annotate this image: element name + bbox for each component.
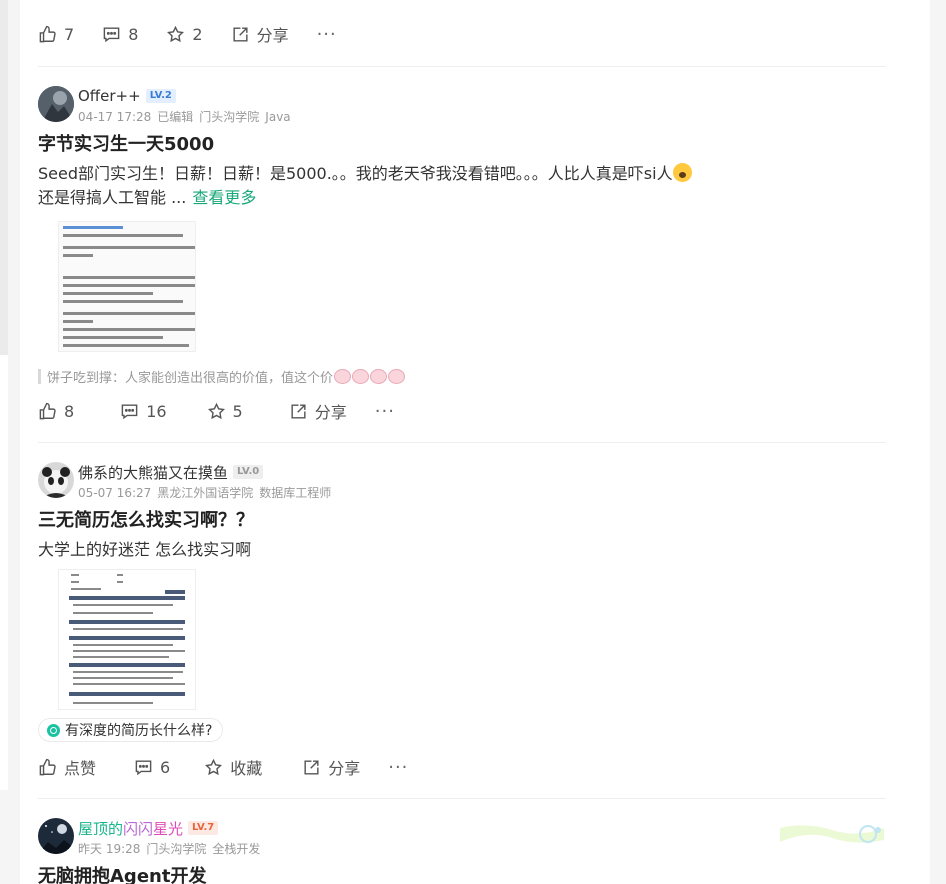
post-time: 昨天 19:28 [78,842,141,856]
shocked-face-emoji-icon [672,163,692,182]
post-image-thumbnail[interactable] [58,569,196,710]
share-button[interactable]: 分享 [231,22,289,46]
like-button[interactable]: 8 [38,402,74,421]
author-name[interactable]: 佛系的大熊猫又在摸鱼 [78,462,228,483]
pig-emoji-icon [388,368,406,384]
thumbs-up-icon [39,758,56,775]
avatar[interactable] [38,462,74,498]
post-time: 05-07 16:27 [78,486,152,500]
author-row: 佛系的大熊猫又在摸鱼 LV.0 05-07 16:27 黑龙江外国语学院 数据库工程… [38,462,888,500]
post-meta: 05-07 16:27 黑龙江外国语学院 数据库工程师 [78,484,337,501]
share-icon [304,759,319,775]
level-badge: LV.7 [188,821,219,835]
more-options-button[interactable]: ··· [317,24,337,45]
post-action-bar: 点赞 6 收藏 分享 ··· [38,755,436,779]
school-label[interactable]: 门头沟学院 [199,110,259,124]
share-icon [233,26,248,42]
avatar[interactable] [38,86,74,122]
role-label: 全栈开发 [212,842,261,856]
post-body[interactable]: 大学上的好迷茫 怎么找实习啊 [38,538,888,562]
author-row: 屋顶的闪闪星光 LV.7 昨天 19:28 门头沟学院 全栈开发 [38,818,888,856]
post-time: 04-17 17:28 [78,110,152,124]
star-button[interactable]: 2 [166,25,203,44]
left-scroll-strip [0,0,8,790]
share-icon [291,403,306,419]
author-name[interactable]: Offer++ [78,87,141,105]
pig-emoji-icon [370,368,388,384]
share-button[interactable]: 分享 [302,755,360,779]
topic-tag[interactable]: 有深度的简历长什么样? [38,718,224,742]
post-title[interactable]: 三无简历怎么找实习啊？？ [38,508,888,534]
post-body[interactable]: Seed部门实习生！日薪！日薪！是5000.。。我的老天爷我没看错吧。。。人比人… [38,162,888,210]
topic-icon [47,723,60,737]
thumbs-up-icon [39,25,56,42]
see-more-link[interactable]: 查看更多 [192,188,256,207]
more-options-button[interactable]: ··· [375,401,395,422]
avatar[interactable] [38,818,74,854]
author-row: Offer++ LV.2 04-17 17:28 已编辑 门头沟学院 Java [38,86,888,124]
star-icon [207,402,225,419]
author-name[interactable]: 屋顶的闪闪星光 [78,818,183,839]
comment-button[interactable]: 8 [102,25,138,44]
divider [38,442,886,443]
post-card[interactable]: 屋顶的闪闪星光 LV.7 昨天 19:28 门头沟学院 全栈开发 无脑拥抱Agent… [38,818,888,884]
school-label[interactable]: 黑龙江外国语学院 [157,486,253,500]
post-card[interactable]: 佛系的大熊猫又在摸鱼 LV.0 05-07 16:27 黑龙江外国语学院 数据库工程… [38,462,888,562]
share-button[interactable]: 分享 [289,399,347,423]
school-label[interactable]: 门头沟学院 [146,842,206,856]
edited-label: 已编辑 [157,110,194,124]
divider [38,798,886,799]
prev-post-action-bar: 7 8 2 分享 ··· [38,22,365,46]
post-image-thumbnail[interactable] [58,221,196,352]
divider [38,66,886,67]
star-icon [205,758,223,775]
decorative-banner-icon [780,825,884,843]
thumbs-up-icon [39,402,56,419]
comment-icon [103,26,120,42]
post-meta: 04-17 17:28 已编辑 门头沟学院 Java [78,108,297,125]
comment-icon [135,759,152,775]
role-label: Java [265,110,291,124]
level-badge: LV.0 [233,465,264,479]
post-meta: 昨天 19:28 门头沟学院 全栈开发 [78,840,266,857]
post-action-bar: 8 16 5 分享 ··· [38,399,423,423]
more-options-button[interactable]: ··· [388,757,408,778]
like-button[interactable]: 7 [38,25,74,44]
star-button[interactable]: 收藏 [204,755,262,779]
pig-emoji-icon [334,368,352,384]
hot-comment[interactable]: 饼子吃到撑：人家能创造出很高的价值，值这个价 [38,366,406,386]
post-title[interactable]: 字节实习生一天5000 [38,132,888,158]
pig-emoji-icon [352,368,370,384]
level-badge: LV.2 [145,89,176,103]
post-card[interactable]: Offer++ LV.2 04-17 17:28 已编辑 门头沟学院 Java 字节实… [38,86,888,210]
role-label: 数据库工程师 [259,486,332,500]
comment-button[interactable]: 6 [134,758,170,777]
star-icon [167,25,185,42]
comment-icon [121,403,138,419]
comment-button[interactable]: 16 [120,402,167,421]
like-button[interactable]: 点赞 [38,755,96,779]
post-title[interactable]: 无脑拥抱Agent开发 [38,864,888,884]
star-button[interactable]: 5 [207,402,243,421]
